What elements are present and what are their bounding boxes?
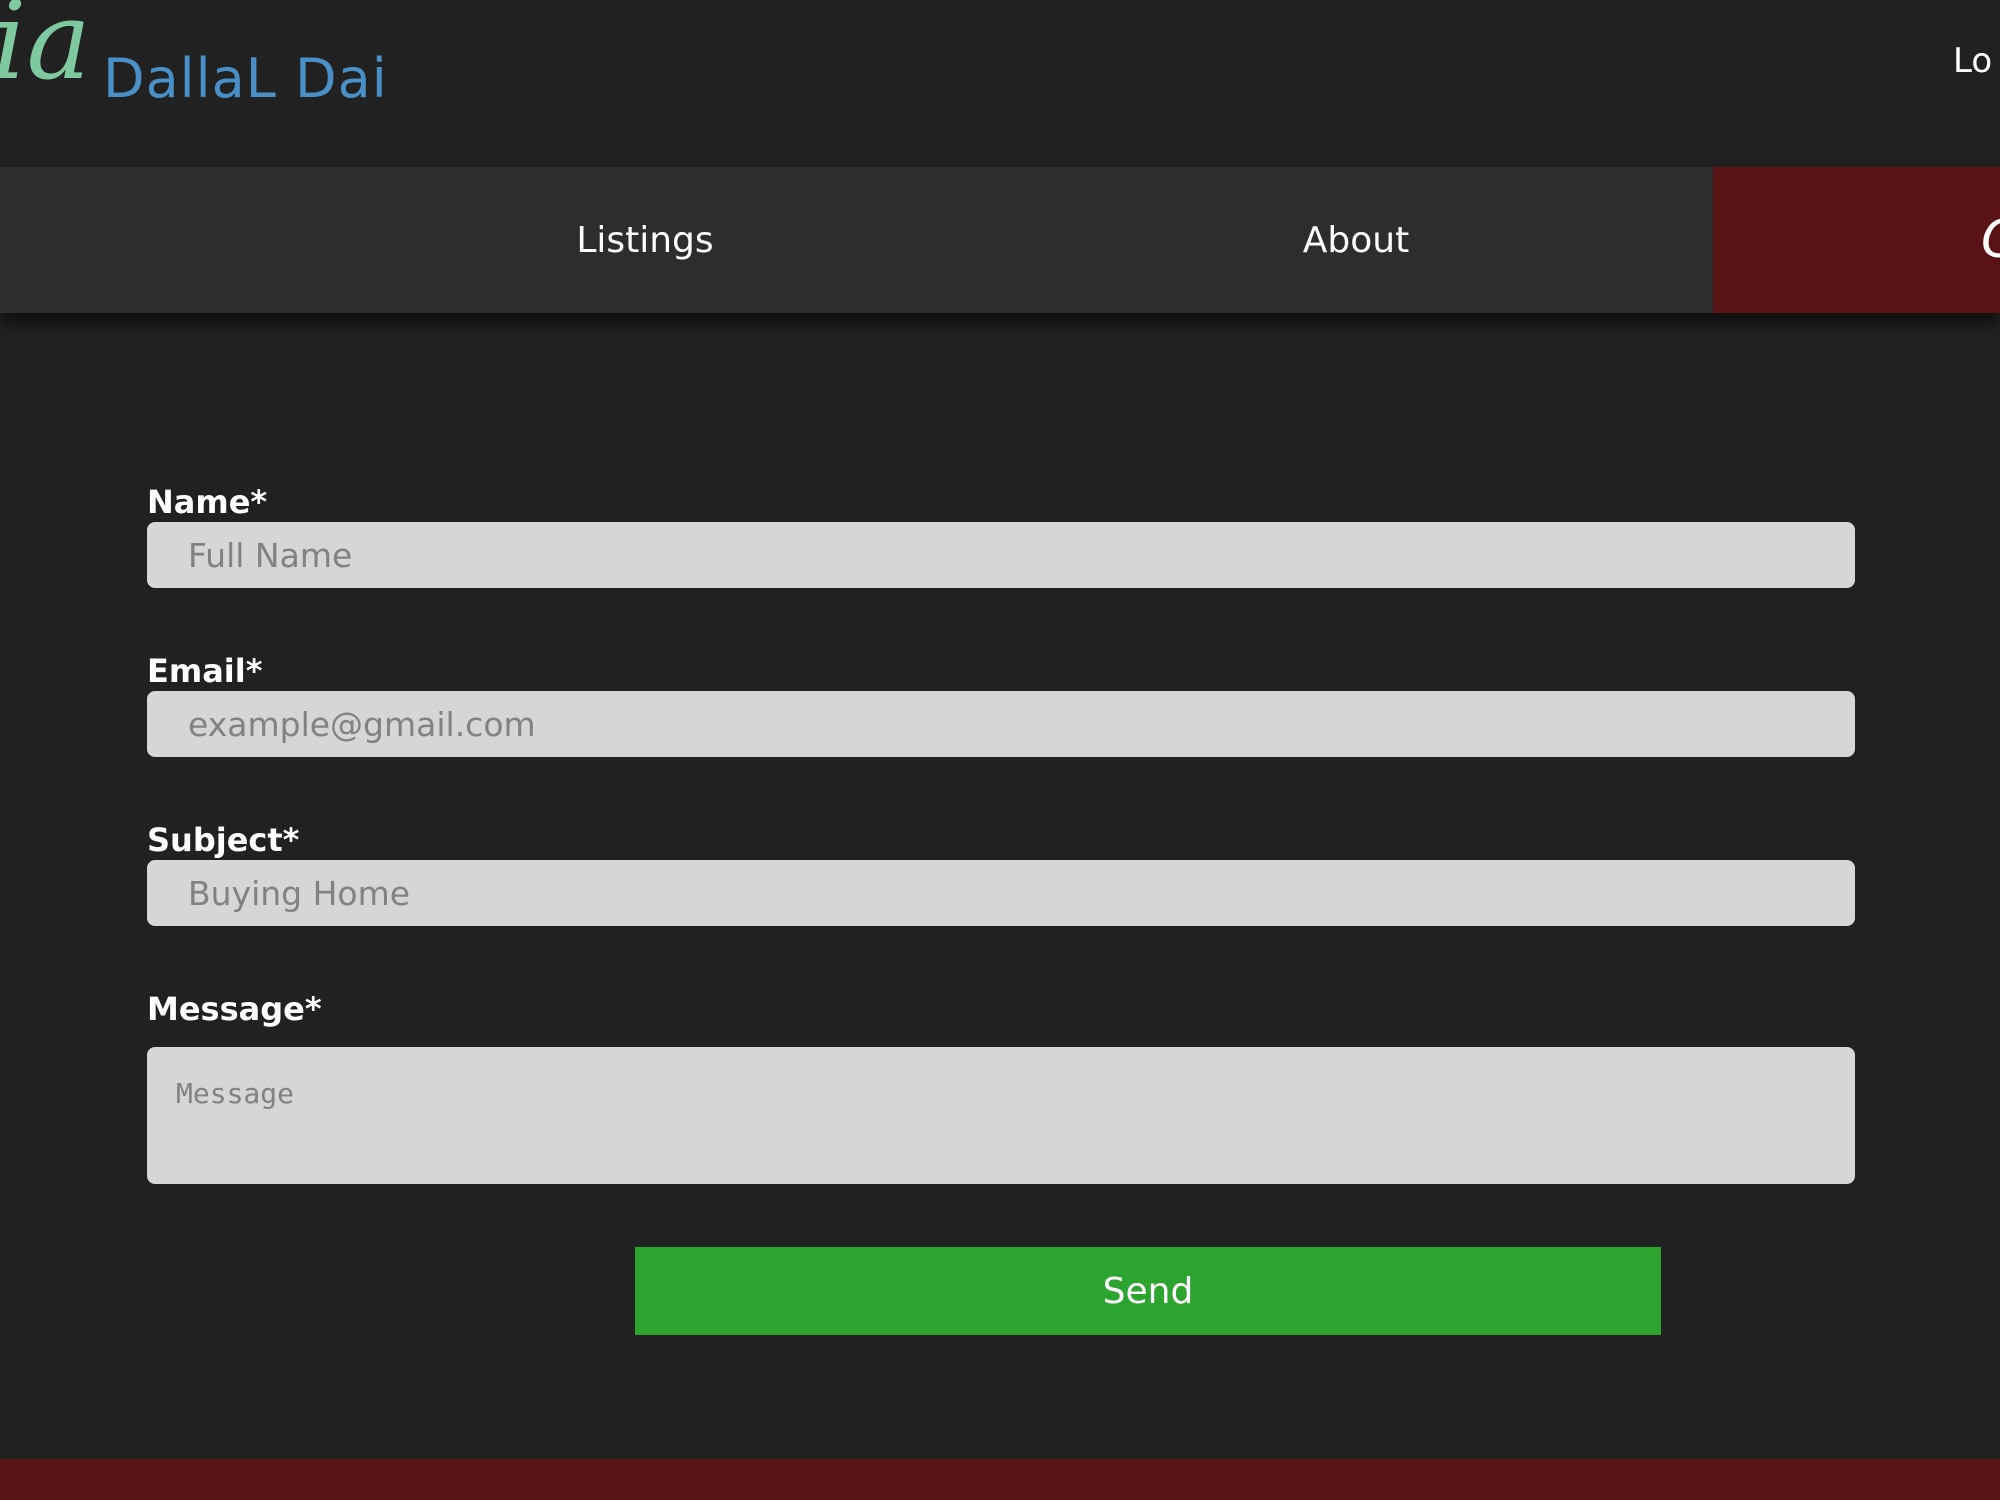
name-field[interactable] bbox=[147, 522, 1855, 588]
message-label: Message* bbox=[147, 990, 322, 1028]
email-label: Email* bbox=[147, 652, 263, 690]
email-field[interactable] bbox=[147, 691, 1855, 757]
nav-item-contact[interactable]: C bbox=[1713, 167, 2000, 313]
subject-field[interactable] bbox=[147, 860, 1855, 926]
message-field[interactable] bbox=[147, 1047, 1855, 1184]
nav-item-about[interactable]: About bbox=[1186, 167, 1526, 313]
brand-name[interactable]: DallaL Dai bbox=[103, 52, 388, 106]
logo-mark[interactable]: ia bbox=[0, 0, 91, 96]
main-navbar: Listings About C bbox=[0, 167, 2000, 313]
name-label: Name* bbox=[147, 483, 268, 521]
send-button[interactable]: Send bbox=[635, 1247, 1661, 1335]
subject-label: Subject* bbox=[147, 821, 300, 859]
nav-item-listings[interactable]: Listings bbox=[476, 167, 814, 313]
site-header: ia DallaL Dai Lo bbox=[0, 0, 2000, 167]
footer-bar bbox=[0, 1459, 2000, 1500]
login-link[interactable]: Lo bbox=[1953, 44, 1992, 78]
